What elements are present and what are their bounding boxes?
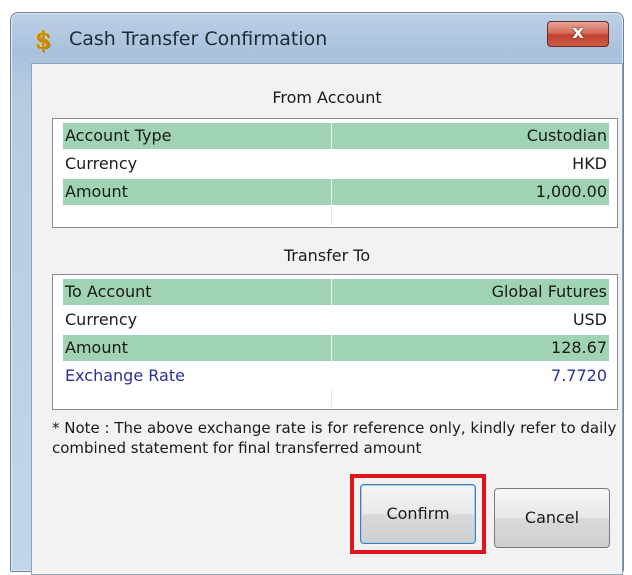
table-row: Account Type Custodian: [63, 123, 609, 149]
close-button[interactable]: x: [547, 21, 609, 47]
title-bar[interactable]: $ Cash Transfer Confirmation x: [11, 13, 623, 63]
transfer-to-heading: Transfer To: [283, 246, 371, 265]
row-label: Currency: [65, 310, 138, 329]
column-divider: [331, 279, 332, 305]
row-label: To Account: [65, 282, 152, 301]
column-divider: [331, 179, 332, 205]
row-value: Global Futures: [491, 282, 607, 301]
row-value: 1,000.00: [535, 182, 607, 201]
table-row: To Account Global Futures: [63, 279, 609, 305]
row-label: Exchange Rate: [65, 366, 185, 385]
from-account-table: Account Type Custodian Currency HKD Amou…: [52, 118, 618, 228]
column-divider: [331, 123, 332, 149]
column-divider: [331, 335, 332, 361]
column-divider: [331, 307, 332, 333]
table-row: Currency USD: [63, 307, 609, 333]
row-label: Currency: [65, 154, 138, 173]
exchange-rate-note: * Note : The above exchange rate is for …: [52, 419, 617, 457]
row-label: Amount: [65, 182, 128, 201]
from-account-heading: From Account: [272, 88, 382, 107]
table-row-exchange-rate: Exchange Rate 7.7720: [63, 363, 609, 389]
row-value: Custodian: [526, 126, 607, 145]
empty-row: [63, 205, 609, 225]
row-value: 7.7720: [551, 366, 607, 385]
dollar-coin-icon: $: [34, 25, 52, 54]
table-row: Amount 128.67: [63, 335, 609, 361]
dialog-title: Cash Transfer Confirmation: [69, 28, 328, 50]
row-value: HKD: [572, 154, 607, 173]
column-divider: [331, 205, 332, 225]
empty-row: [63, 389, 609, 407]
dialog-window: $ Cash Transfer Confirmation x From Acco…: [10, 12, 624, 575]
table-row: Currency HKD: [63, 151, 609, 177]
transfer-to-table: To Account Global Futures Currency USD A…: [52, 274, 618, 410]
confirm-button[interactable]: Confirm: [360, 484, 476, 544]
cancel-button[interactable]: Cancel: [494, 488, 610, 548]
column-divider: [331, 389, 332, 407]
dialog-body: From Account Account Type Custodian Curr…: [31, 63, 623, 575]
row-label: Account Type: [65, 126, 172, 145]
column-divider: [331, 363, 332, 389]
row-value: 128.67: [551, 338, 607, 357]
column-divider: [331, 151, 332, 177]
row-value: USD: [572, 310, 607, 329]
row-label: Amount: [65, 338, 128, 357]
table-row: Amount 1,000.00: [63, 179, 609, 205]
